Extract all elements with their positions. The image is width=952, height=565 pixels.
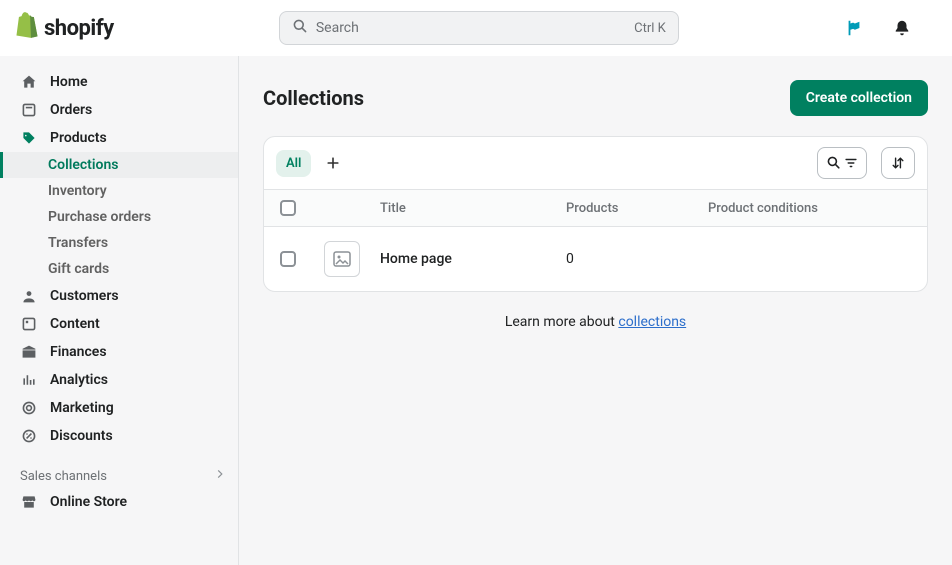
main-content: Collections Create collection All xyxy=(239,56,952,565)
sidebar-sub-inventory[interactable]: Inventory xyxy=(0,178,238,204)
chevron-right-icon xyxy=(214,468,226,484)
orders-icon xyxy=(20,101,38,119)
view-tab-all[interactable]: All xyxy=(276,150,311,177)
search-input[interactable]: Search Ctrl K xyxy=(279,11,679,45)
filter-icon xyxy=(844,155,858,171)
sidebar-item-label: Online Store xyxy=(50,494,127,510)
row-title: Home page xyxy=(380,251,566,267)
search-filter-button[interactable] xyxy=(817,147,867,179)
bell-icon[interactable] xyxy=(892,18,912,38)
sidebar-item-discounts[interactable]: Discounts xyxy=(0,422,238,450)
sidebar: Home Orders Products Collections Invento… xyxy=(0,56,239,565)
sidebar-item-online-store[interactable]: Online Store xyxy=(0,488,238,516)
select-all-checkbox[interactable] xyxy=(280,200,296,216)
sidebar-item-label: Home xyxy=(50,74,88,90)
sidebar-item-home[interactable]: Home xyxy=(0,68,238,96)
sidebar-item-marketing[interactable]: Marketing xyxy=(0,394,238,422)
content-icon xyxy=(20,315,38,333)
marketing-icon xyxy=(20,399,38,417)
topbar: shopify Search Ctrl K xyxy=(0,0,952,56)
sidebar-item-products[interactable]: Products xyxy=(0,124,238,152)
row-products: 0 xyxy=(566,251,708,267)
search-icon xyxy=(826,155,842,171)
image-placeholder-icon xyxy=(324,241,360,277)
page-title: Collections xyxy=(263,86,364,110)
sidebar-item-label: Marketing xyxy=(50,400,114,416)
table-header: Title Products Product conditions xyxy=(264,189,927,227)
sidebar-item-label: Orders xyxy=(50,102,92,118)
column-conditions: Product conditions xyxy=(708,201,911,216)
flag-icon[interactable] xyxy=(844,18,864,38)
discounts-icon xyxy=(20,427,38,445)
sidebar-sub-collections[interactable]: Collections xyxy=(0,152,238,178)
sidebar-item-analytics[interactable]: Analytics xyxy=(0,366,238,394)
finances-icon xyxy=(20,343,38,361)
sidebar-item-label: Discounts xyxy=(50,428,113,444)
sidebar-sub-transfers[interactable]: Transfers xyxy=(0,230,238,256)
sidebar-item-label: Products xyxy=(50,130,107,146)
sidebar-item-orders[interactable]: Orders xyxy=(0,96,238,124)
sidebar-item-label: Analytics xyxy=(50,372,108,388)
search-icon xyxy=(292,18,308,38)
sidebar-item-content[interactable]: Content xyxy=(0,310,238,338)
brand-name: shopify xyxy=(44,16,114,41)
products-icon xyxy=(20,129,38,147)
collections-card: All Title Products Product condition xyxy=(263,136,928,292)
add-view-button[interactable] xyxy=(319,149,347,177)
search-shortcut: Ctrl K xyxy=(634,21,666,36)
sidebar-sub-purchase-orders[interactable]: Purchase orders xyxy=(0,204,238,230)
sidebar-item-customers[interactable]: Customers xyxy=(0,282,238,310)
store-icon xyxy=(20,493,38,511)
row-checkbox[interactable] xyxy=(280,251,296,267)
sidebar-item-label: Content xyxy=(50,316,100,332)
sidebar-sub-gift-cards[interactable]: Gift cards xyxy=(0,256,238,282)
brand-logo[interactable]: shopify xyxy=(16,12,114,44)
sidebar-item-finances[interactable]: Finances xyxy=(0,338,238,366)
create-collection-button[interactable]: Create collection xyxy=(790,80,928,116)
customers-icon xyxy=(20,287,38,305)
sort-icon xyxy=(890,155,906,171)
learn-more: Learn more about collections xyxy=(263,314,928,330)
search-placeholder: Search xyxy=(316,20,359,36)
table-row[interactable]: Home page 0 xyxy=(264,227,927,291)
shopify-bag-icon xyxy=(16,12,38,44)
column-products: Products xyxy=(566,201,708,216)
sales-channels-header[interactable]: Sales channels xyxy=(0,450,238,488)
sort-button[interactable] xyxy=(881,147,915,179)
learn-more-link[interactable]: collections xyxy=(618,314,686,330)
column-title: Title xyxy=(380,201,566,216)
plus-icon xyxy=(325,155,341,171)
analytics-icon xyxy=(20,371,38,389)
sidebar-item-label: Finances xyxy=(50,344,107,360)
sidebar-item-label: Customers xyxy=(50,288,119,304)
home-icon xyxy=(20,73,38,91)
